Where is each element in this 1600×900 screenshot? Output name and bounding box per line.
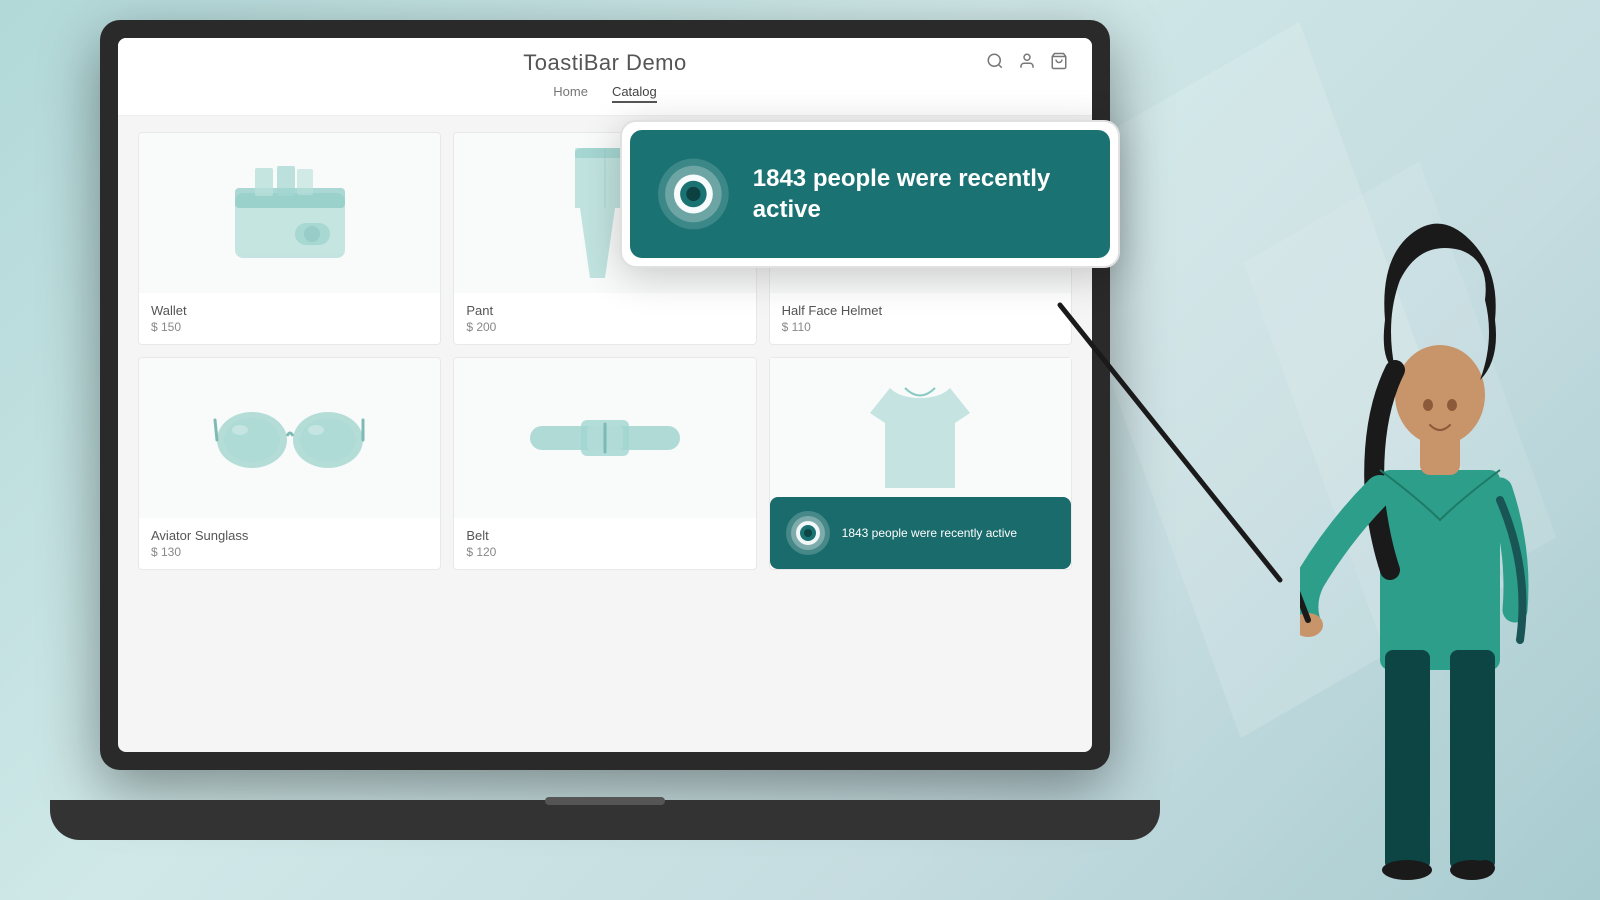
belt-icon xyxy=(525,398,685,478)
store-title: ToastiBar Demo xyxy=(523,50,687,76)
product-card-shirt[interactable]: T-Shirt 1843 people were recently active xyxy=(769,357,1072,570)
product-card-sunglasses[interactable]: Aviator Sunglass $ 130 xyxy=(138,357,441,570)
toast-eye-icon-small xyxy=(786,511,830,555)
sunglasses-icon xyxy=(210,398,370,478)
nav-home[interactable]: Home xyxy=(553,82,588,103)
product-card-wallet[interactable]: Wallet $ 150 xyxy=(138,132,441,345)
product-price-helmet: $ 110 xyxy=(782,320,1059,334)
store-nav: Home Catalog xyxy=(553,82,657,103)
cart-icon[interactable] xyxy=(1050,52,1068,75)
product-name-sunglasses: Aviator Sunglass xyxy=(151,528,428,543)
product-price-belt: $ 120 xyxy=(466,545,743,559)
nav-catalog[interactable]: Catalog xyxy=(612,82,657,103)
shirt-icon xyxy=(860,378,980,498)
product-image-wallet xyxy=(139,133,440,293)
toast-large-inner: 1843 people were recently active xyxy=(630,130,1110,258)
toast-large: 1843 people were recently active xyxy=(620,120,1120,268)
product-price-sunglasses: $ 130 xyxy=(151,545,428,559)
product-price-wallet: $ 150 xyxy=(151,320,428,334)
store-header: ToastiBar Demo xyxy=(118,38,1092,116)
product-card-belt[interactable]: Belt $ 120 xyxy=(453,357,756,570)
product-image-shirt xyxy=(770,358,1071,518)
header-icons xyxy=(986,52,1068,75)
product-price-pant: $ 200 xyxy=(466,320,743,334)
toast-large-text: 1843 people were recently active xyxy=(753,163,1082,225)
product-info-helmet: Half Face Helmet $ 110 xyxy=(770,293,1071,344)
toast-small-text: 1843 people were recently active xyxy=(842,525,1017,542)
product-info-wallet: Wallet $ 150 xyxy=(139,293,440,344)
laptop-base xyxy=(50,800,1160,840)
product-info-sunglasses: Aviator Sunglass $ 130 xyxy=(139,518,440,569)
product-info-pant: Pant $ 200 xyxy=(454,293,755,344)
header-top: ToastiBar Demo xyxy=(142,50,1068,76)
laptop-notch xyxy=(545,797,665,805)
product-info-belt: Belt $ 120 xyxy=(454,518,755,569)
person-illustration xyxy=(1300,220,1580,900)
product-name-pant: Pant xyxy=(466,303,743,318)
product-image-sunglasses xyxy=(139,358,440,518)
toast-small: 1843 people were recently active xyxy=(770,497,1071,569)
search-icon[interactable] xyxy=(986,52,1004,75)
product-name-helmet: Half Face Helmet xyxy=(782,303,1059,318)
toast-eye-icon-large xyxy=(658,154,729,234)
product-name-wallet: Wallet xyxy=(151,303,428,318)
user-icon[interactable] xyxy=(1018,52,1036,75)
wallet-icon xyxy=(225,163,355,263)
product-name-belt: Belt xyxy=(466,528,743,543)
product-image-belt xyxy=(454,358,755,518)
